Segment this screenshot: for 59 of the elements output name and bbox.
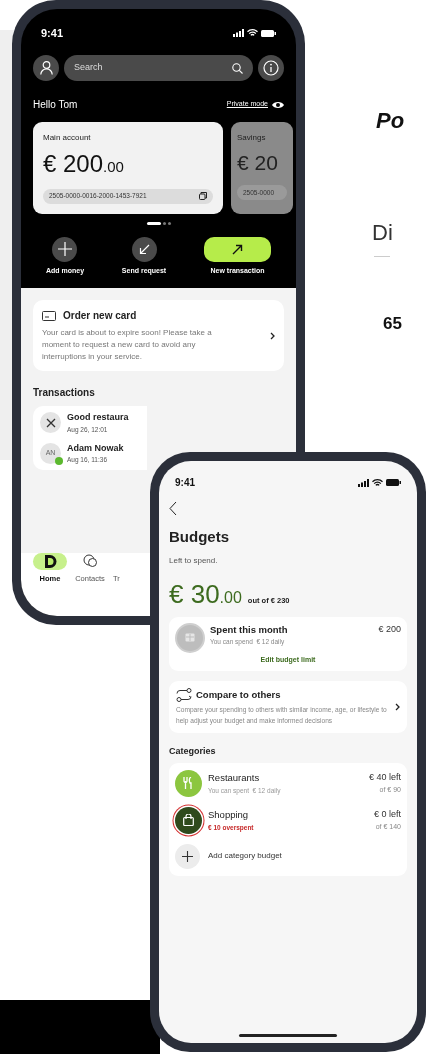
copy-icon[interactable] <box>199 192 207 201</box>
body-text: Di <box>372 222 393 244</box>
card-icon <box>42 310 56 321</box>
heading-text: Po <box>376 110 405 132</box>
eye-icon <box>272 100 284 109</box>
profile-button[interactable] <box>33 55 59 81</box>
chevron-right-icon <box>395 703 400 712</box>
greeting-text: Hello Tom <box>33 98 78 112</box>
add-category-button[interactable]: Add category budget <box>175 843 401 869</box>
battery-icon <box>386 479 401 486</box>
category-name: Shopping <box>208 808 250 823</box>
action-button[interactable] <box>131 236 157 262</box>
account-name: Main account <box>43 132 92 144</box>
info-button[interactable] <box>258 55 284 81</box>
chevron-right-icon <box>270 331 275 340</box>
wifi-icon <box>247 29 258 37</box>
account-balance: € 20 <box>237 150 279 176</box>
transaction-name: Adam Nowak <box>67 441 124 455</box>
compare-title: Compare to others <box>196 688 281 702</box>
spent-amount: € 200 <box>378 622 401 636</box>
signal-icon <box>233 29 244 37</box>
arrow-down-left-icon <box>138 243 150 255</box>
status-time: 9:41 <box>175 476 195 490</box>
status-time: 9:41 <box>41 25 64 41</box>
action-button[interactable] <box>204 236 272 262</box>
section-title: Transactions <box>33 386 96 401</box>
plus-icon <box>182 850 193 862</box>
subtitle: Left to spend. <box>169 554 219 567</box>
shopping-bag-icon <box>183 814 194 827</box>
remaining-amount: € 30.00 <box>169 580 242 607</box>
account-balance: € 200.00 <box>43 150 125 179</box>
info-icon <box>263 60 279 76</box>
order-card-text: Your card is about to expire soon! Please take a moment to request a new card to avoid any interruptions in your service. <box>42 327 213 364</box>
search-field[interactable]: Search <box>64 55 253 81</box>
search-icon <box>232 62 243 74</box>
category-left: € 40 left <box>368 771 401 785</box>
progress-ring-icon <box>175 622 205 653</box>
logo-icon <box>43 554 57 568</box>
signal-icon <box>358 478 369 487</box>
battery-icon <box>261 29 276 37</box>
section-title: Categories <box>169 745 217 759</box>
search-input[interactable]: Search <box>74 61 194 75</box>
transaction-name: Good restaura <box>67 411 129 425</box>
plus-icon <box>57 242 72 257</box>
order-card-title: Order new card <box>63 309 137 324</box>
account-name: Savings <box>237 132 267 144</box>
status-badge <box>55 456 63 465</box>
page-title: Budgets <box>169 527 230 547</box>
wifi-icon <box>372 478 383 487</box>
arrow-up-right-icon <box>232 243 244 255</box>
chevron-left-icon <box>169 500 177 516</box>
person-icon <box>39 61 53 75</box>
number-text: 65 <box>383 315 402 332</box>
category-name: Restaurants <box>208 771 261 786</box>
order-card[interactable]: Order new card Your card is about to expire soon! Please take a moment to request a new card to avoid any interruptions in your service. <box>33 300 284 372</box>
swap-arrows-icon <box>176 688 192 703</box>
spent-title: Spent this month <box>210 622 289 637</box>
action-button[interactable] <box>52 236 78 262</box>
category-left: € 0 left <box>373 808 401 822</box>
